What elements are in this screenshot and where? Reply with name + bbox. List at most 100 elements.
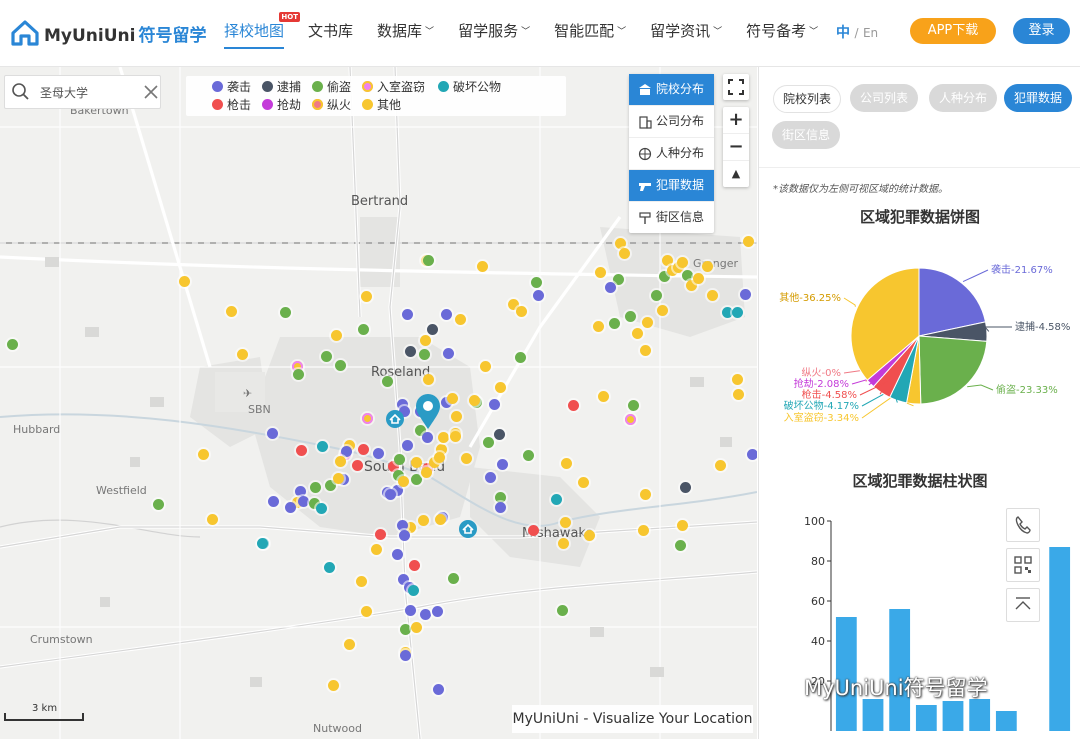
bar[interactable] (995, 711, 1017, 731)
crime-point[interactable] (398, 529, 410, 541)
crime-point[interactable] (650, 289, 662, 301)
crime-point[interactable] (746, 448, 757, 460)
crime-point[interactable] (514, 351, 526, 363)
crime-point[interactable] (292, 368, 304, 380)
crime-point[interactable] (401, 439, 413, 451)
crime-point[interactable] (334, 455, 346, 467)
crime-point[interactable] (334, 359, 346, 371)
zoom-out-button[interactable]: − (723, 134, 749, 161)
crime-point[interactable] (679, 481, 691, 493)
crime-point[interactable] (676, 256, 688, 268)
crime-point[interactable] (731, 306, 743, 318)
crime-point[interactable] (732, 388, 744, 400)
crime-point[interactable] (479, 360, 491, 372)
lang-zh[interactable]: 中 (836, 25, 850, 41)
crime-point[interactable] (295, 444, 307, 456)
crime-point[interactable] (396, 519, 408, 531)
bar[interactable] (915, 705, 937, 731)
crime-point[interactable] (440, 308, 452, 320)
crime-point[interactable] (624, 310, 636, 322)
crime-point[interactable] (560, 457, 572, 469)
legend-item[interactable]: 纵火 (312, 96, 351, 113)
crime-point[interactable] (320, 350, 332, 362)
crime-point[interactable] (343, 638, 355, 650)
crime-point[interactable] (530, 276, 542, 288)
crime-point[interactable] (355, 575, 367, 587)
logo[interactable]: MyUniUni 符号留学 (10, 17, 206, 49)
crime-point[interactable] (488, 398, 500, 410)
crime-point[interactable] (608, 317, 620, 329)
crime-point[interactable] (442, 347, 454, 359)
crime-point[interactable] (340, 445, 352, 457)
crime-point[interactable] (468, 394, 480, 406)
bar[interactable] (862, 699, 884, 731)
crime-point[interactable] (550, 493, 562, 505)
crime-point[interactable] (731, 373, 743, 385)
crime-point[interactable] (393, 453, 405, 465)
crime-point[interactable] (434, 513, 446, 525)
crime-point[interactable] (437, 431, 449, 443)
crime-point[interactable] (447, 572, 459, 584)
search-input[interactable] (38, 84, 137, 100)
nav-study-abroad-services[interactable]: 留学服务 ﹀ (446, 0, 542, 66)
crime-point[interactable] (267, 495, 279, 507)
crime-point[interactable] (332, 472, 344, 484)
bar[interactable] (1049, 547, 1071, 731)
back-to-top-button[interactable] (1006, 588, 1040, 622)
nav-school-map[interactable]: 择校地图 HOT (212, 0, 301, 66)
layer-ethnicity-distribution[interactable]: 人种分布 (629, 138, 714, 170)
crime-point[interactable] (351, 459, 363, 471)
school-marker-icon[interactable] (386, 410, 404, 428)
crime-point[interactable] (370, 543, 382, 555)
crime-point[interactable] (484, 471, 496, 483)
legend-item[interactable]: 抢劫 (262, 96, 301, 113)
crime-point[interactable] (419, 608, 431, 620)
crime-point[interactable] (360, 605, 372, 617)
crime-point[interactable] (284, 501, 296, 513)
crime-point[interactable] (681, 269, 693, 281)
crime-point[interactable] (624, 413, 636, 425)
crime-point[interactable] (482, 436, 494, 448)
legend-item[interactable]: 入室盗窃 (362, 78, 425, 95)
crime-point[interactable] (152, 498, 164, 510)
crime-point[interactable] (637, 524, 649, 536)
layer-school-distribution[interactable]: 院校分布 (629, 74, 714, 106)
crime-point[interactable] (178, 275, 190, 287)
crime-point[interactable] (639, 488, 651, 500)
search-icon[interactable] (10, 81, 32, 103)
crime-point[interactable] (742, 235, 754, 247)
crime-point[interactable] (315, 502, 327, 514)
crime-point[interactable] (381, 375, 393, 387)
crime-point[interactable] (266, 427, 278, 439)
qr-code-button[interactable] (1006, 548, 1040, 582)
crime-point[interactable] (532, 289, 544, 301)
crime-point[interactable] (410, 456, 422, 468)
crime-point[interactable] (557, 537, 569, 549)
tab-company-list[interactable]: 公司列表 (850, 84, 918, 112)
crime-point[interactable] (279, 306, 291, 318)
crime-point[interactable] (401, 308, 413, 320)
crime-point[interactable] (419, 334, 431, 346)
crime-point[interactable] (701, 260, 713, 272)
legend-item[interactable]: 枪击 (212, 96, 251, 113)
crime-point[interactable] (422, 373, 434, 385)
crime-point[interactable] (297, 495, 309, 507)
crime-point[interactable] (330, 329, 342, 341)
crime-point[interactable] (431, 605, 443, 617)
compass-icon[interactable]: ▲ (723, 161, 749, 187)
legend-item[interactable]: 袭击 (212, 78, 251, 95)
crime-point[interactable] (417, 514, 429, 526)
crime-point[interactable] (361, 412, 373, 424)
crime-point[interactable] (449, 430, 461, 442)
crime-point[interactable] (641, 316, 653, 328)
crime-point[interactable] (559, 516, 571, 528)
nav-essay-library[interactable]: 文书库 (296, 0, 365, 66)
crime-point[interactable] (404, 604, 416, 616)
crime-point[interactable] (522, 449, 534, 461)
tab-ethnicity-distribution[interactable]: 人种分布 (929, 84, 997, 112)
nav-smart-match[interactable]: 智能匹配 ﹀ (542, 0, 638, 66)
crime-point[interactable] (391, 548, 403, 560)
crime-point[interactable] (594, 266, 606, 278)
nav-test-prep[interactable]: 符号备考 ﹀ (734, 0, 830, 66)
crime-point[interactable] (374, 528, 386, 540)
